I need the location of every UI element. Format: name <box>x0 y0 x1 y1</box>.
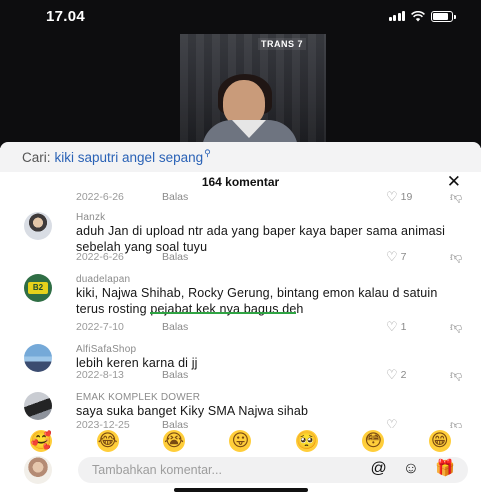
comment-author[interactable]: EMAK KOMPLEK DOWER <box>76 392 200 403</box>
reply-button[interactable]: Balas <box>162 369 188 381</box>
comments-count: 164 komentar <box>201 175 280 189</box>
comment-date: 2023-12-25 <box>76 419 130 428</box>
heart-icon: ♡ <box>386 249 398 264</box>
heart-icon: ♡ <box>386 417 398 428</box>
emoji-tongue[interactable]: 😛 <box>229 430 252 452</box>
mention-icon[interactable]: @ <box>370 459 386 479</box>
heart-icon: ♡ <box>386 367 398 382</box>
signal-icon <box>388 11 405 21</box>
like-button[interactable]: ♡ <box>386 417 401 428</box>
search-query-link[interactable]: kiki saputri angel sepang <box>55 150 204 165</box>
comment-author[interactable]: duadelapan <box>76 274 130 285</box>
reply-button[interactable]: Balas <box>162 419 188 428</box>
like-button[interactable]: ♡ 7 <box>386 249 407 264</box>
comment-date: 2022-7-10 <box>76 321 124 333</box>
video-frame: TRANS 7 <box>180 34 326 144</box>
search-prefix: Cari: <box>22 149 51 165</box>
wifi-icon <box>411 10 425 21</box>
like-count: 1 <box>400 321 407 333</box>
avatar-badge: B2 <box>28 282 48 294</box>
dislike-icon[interactable]: 👎︎ <box>450 190 462 205</box>
gift-icon[interactable]: 🎁 <box>435 459 455 479</box>
status-icons <box>388 10 456 22</box>
comment-meta-row: 2022-7-10 Balas ♡ 1 👎︎ <box>76 320 476 334</box>
like-count: 19 <box>400 191 413 203</box>
search-suggestion-bar[interactable]: Cari: kiki saputri angel sepang ⚲ <box>0 142 481 172</box>
reply-button[interactable]: Balas <box>162 251 188 263</box>
avatar[interactable] <box>24 212 52 240</box>
emoji-crying[interactable]: 😭 <box>163 430 186 452</box>
comment-date: 2022-6-26 <box>76 191 124 203</box>
like-count: 2 <box>400 369 407 381</box>
avatar[interactable] <box>24 344 52 372</box>
reply-button[interactable]: Balas <box>162 191 188 203</box>
comment-meta-row: 2022-8-13 Balas ♡ 2 👎︎ <box>76 368 476 382</box>
comment-meta-row: 2023-12-25 Balas ♡ 👎︎ <box>76 417 476 429</box>
highlight-underline <box>150 312 296 314</box>
dislike-icon[interactable]: 👎︎ <box>450 320 462 335</box>
emoji-picker-icon[interactable]: ☺ <box>403 459 419 479</box>
emoji-flushed[interactable]: 😳 <box>362 430 385 452</box>
comment-author[interactable]: Hanzk <box>76 212 105 223</box>
comment-date: 2022-6-26 <box>76 251 124 263</box>
emoji-bar: 🥰 😂 😭 😛 🥺 😳 😁 <box>0 430 481 452</box>
comment-list[interactable]: 2022-6-26 Balas ♡ 19 👎︎ Hanzk aduh Jan d… <box>0 188 481 428</box>
home-indicator[interactable] <box>174 488 308 492</box>
comment-date: 2022-8-13 <box>76 369 124 381</box>
comment-meta-row: 2022-6-26 Balas ♡ 19 👎︎ <box>76 190 476 204</box>
battery-icon <box>431 10 456 22</box>
emoji-tears-of-joy[interactable]: 😂 <box>96 430 119 452</box>
search-icon: ⚲ <box>204 147 211 158</box>
dislike-icon[interactable]: 👎︎ <box>450 368 462 383</box>
dislike-icon[interactable]: 👎︎ <box>450 418 462 429</box>
video-player[interactable]: 17.04 TRANS 7 <box>0 0 481 148</box>
heart-icon: ♡ <box>386 319 398 334</box>
avatar[interactable]: B2 <box>24 274 52 302</box>
comment-author[interactable]: AlfiSafaShop <box>76 344 136 355</box>
comment-input-bar: @ ☺ 🎁 <box>0 456 481 484</box>
status-bar: 17.04 <box>0 0 481 32</box>
like-button[interactable]: ♡ 1 <box>386 319 407 334</box>
user-avatar[interactable] <box>24 456 52 484</box>
like-button[interactable]: ♡ 2 <box>386 367 407 382</box>
input-actions: @ ☺ 🎁 <box>370 459 455 479</box>
emoji-pleading[interactable]: 🥺 <box>295 430 318 452</box>
status-time: 17.04 <box>46 7 86 25</box>
emoji-grin[interactable]: 😁 <box>428 430 451 452</box>
like-count: 7 <box>400 251 407 263</box>
emoji-smiling-hearts[interactable]: 🥰 <box>30 430 53 452</box>
channel-logo: TRANS 7 <box>257 38 306 50</box>
battery-level <box>433 12 448 20</box>
like-button[interactable]: ♡ 19 <box>386 189 413 204</box>
reply-button[interactable]: Balas <box>162 321 188 333</box>
heart-icon: ♡ <box>386 189 398 204</box>
dislike-icon[interactable]: 👎︎ <box>450 250 462 265</box>
comment-meta-row: 2022-6-26 Balas ♡ 7 👎︎ <box>76 250 476 264</box>
avatar[interactable] <box>24 392 52 420</box>
